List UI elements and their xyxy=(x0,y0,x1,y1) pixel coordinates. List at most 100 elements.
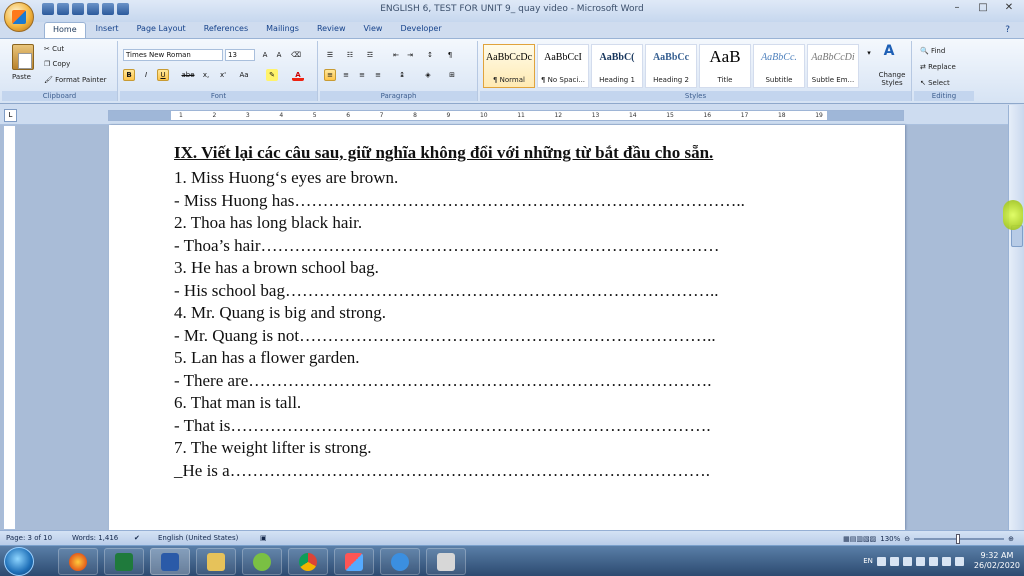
ruler-number: 1 xyxy=(179,112,183,119)
language-tray[interactable]: EN xyxy=(863,557,873,565)
line-spacing-icon[interactable]: ↨ xyxy=(396,69,408,81)
excel-taskbar-button[interactable] xyxy=(104,548,144,575)
subscript-button[interactable]: x, xyxy=(200,69,212,81)
firefox-taskbar-button[interactable] xyxy=(58,548,98,575)
font-size-select[interactable]: 13 xyxy=(225,49,255,61)
ie-taskbar-button[interactable] xyxy=(380,548,420,575)
align-left-icon[interactable]: ≡ xyxy=(324,69,336,81)
justify-icon[interactable]: ≡ xyxy=(372,69,384,81)
network-icon[interactable] xyxy=(954,556,964,566)
superscript-button[interactable]: x' xyxy=(217,69,229,81)
format-painter-button[interactable]: 🖌 Format Painter xyxy=(44,76,107,84)
styles-more-icon[interactable]: ▾ xyxy=(863,47,875,59)
paste-button[interactable]: Paste xyxy=(12,73,31,81)
find-button[interactable]: 🔍 Find xyxy=(920,47,945,55)
chrome-taskbar-button[interactable] xyxy=(288,548,328,575)
font-name-select[interactable]: Times New Roman xyxy=(123,49,223,61)
minimize-button[interactable]: – xyxy=(948,2,966,13)
zoom-level[interactable]: 130% xyxy=(880,535,900,543)
style-title[interactable]: AaB Title xyxy=(699,44,751,88)
bullets-icon[interactable]: ☰ xyxy=(324,49,336,61)
numbering-icon[interactable]: ☷ xyxy=(344,49,356,61)
clock[interactable]: 9:32 AM 26/02/2020 xyxy=(974,551,1020,571)
volume-icon[interactable] xyxy=(941,556,951,566)
italic-button[interactable]: I xyxy=(140,69,152,81)
zoom-out-icon[interactable]: ⊖ xyxy=(904,535,910,543)
tray-icon[interactable] xyxy=(915,556,925,566)
shading-icon[interactable]: ◈ xyxy=(422,69,434,81)
change-styles-button[interactable]: Change Styles xyxy=(875,71,909,87)
word-taskbar-button[interactable] xyxy=(150,548,190,575)
style-heading-2[interactable]: AaBbCc Heading 2 xyxy=(645,44,697,88)
decrease-indent-icon[interactable]: ⇤ xyxy=(390,49,402,61)
page-count[interactable]: Page: 3 of 10 xyxy=(6,534,52,542)
title-bar: ENGLISH 6, TEST FOR UNIT 9_ quay video -… xyxy=(0,0,1024,22)
paint-taskbar-button[interactable] xyxy=(334,548,374,575)
align-center-icon[interactable]: ≡ xyxy=(340,69,352,81)
start-button[interactable] xyxy=(4,547,34,576)
tab-developer[interactable]: Developer xyxy=(392,22,449,38)
strikethrough-button[interactable]: abe xyxy=(180,69,196,81)
tab-page-layout[interactable]: Page Layout xyxy=(129,22,194,38)
style-no-spacing[interactable]: AaBbCcI ¶ No Spaci... xyxy=(537,44,589,88)
tab-references[interactable]: References xyxy=(196,22,256,38)
style-normal[interactable]: AaBbCcDc ¶ Normal xyxy=(483,44,535,88)
sort-icon[interactable]: ↕ xyxy=(424,49,436,61)
help-icon[interactable]: ? xyxy=(1005,25,1010,35)
app-taskbar-button[interactable] xyxy=(242,548,282,575)
style-subtle-emphasis[interactable]: AaBbCcDi Subtle Em... xyxy=(807,44,859,88)
tray-icon[interactable] xyxy=(876,556,886,566)
font-color-icon[interactable]: A xyxy=(292,69,304,81)
language-indicator[interactable]: English (United States) xyxy=(158,534,238,542)
tab-mailings[interactable]: Mailings xyxy=(258,22,307,38)
tray-icon[interactable] xyxy=(902,556,912,566)
bold-button[interactable]: B xyxy=(123,69,135,81)
shrink-font-icon[interactable]: A xyxy=(273,49,285,61)
tab-review[interactable]: Review xyxy=(309,22,354,38)
horizontal-ruler[interactable]: 1 2 3 4 5 6 7 8 9 10 11 12 13 14 15 16 17 18 19 xyxy=(108,110,904,121)
document-body[interactable]: IX. Viết lại các câu sau, giữ nghĩa khôn… xyxy=(174,143,745,482)
folder-icon xyxy=(207,552,225,571)
explorer-taskbar-button[interactable] xyxy=(196,548,236,575)
show-marks-icon[interactable]: ¶ xyxy=(444,49,456,61)
word-count[interactable]: Words: 1,416 xyxy=(72,534,118,542)
pen-tool-taskbar-button[interactable] xyxy=(426,548,466,575)
select-button[interactable]: ↖ Select xyxy=(920,79,950,87)
clipboard-label: Clipboard xyxy=(2,91,117,101)
tray-icon[interactable] xyxy=(889,556,899,566)
zoom-slider[interactable] xyxy=(914,533,1005,544)
vertical-scrollbar[interactable] xyxy=(1008,105,1024,530)
tab-view[interactable]: View xyxy=(355,22,390,38)
clear-format-icon[interactable]: ⌫ xyxy=(290,49,302,61)
style-subtitle[interactable]: AaBbCc. Subtitle xyxy=(753,44,805,88)
zoom-in-icon[interactable]: ⊕ xyxy=(1008,535,1014,543)
highlight-icon[interactable]: ✎ xyxy=(266,69,278,81)
paste-icon[interactable] xyxy=(12,44,34,70)
vertical-ruler[interactable] xyxy=(3,125,16,530)
cut-button[interactable]: ✂ Cut xyxy=(44,45,64,53)
close-button[interactable]: ✕ xyxy=(1000,2,1018,13)
align-right-icon[interactable]: ≡ xyxy=(356,69,368,81)
borders-icon[interactable]: ⊞ xyxy=(446,69,458,81)
zoom-slider-knob[interactable] xyxy=(956,533,961,544)
maximize-button[interactable]: □ xyxy=(974,2,992,13)
ruler-number: 7 xyxy=(379,112,384,119)
office-button[interactable] xyxy=(4,2,34,32)
multilevel-list-icon[interactable]: ☲ xyxy=(364,49,376,61)
ribbon-tabs: Home Insert Page Layout References Maili… xyxy=(44,22,450,38)
macro-icon[interactable]: ▣ xyxy=(260,534,267,542)
increase-indent-icon[interactable]: ⇥ xyxy=(404,49,416,61)
underline-button[interactable]: U xyxy=(157,69,169,81)
grow-font-icon[interactable]: A xyxy=(259,49,271,61)
tab-home[interactable]: Home xyxy=(44,22,86,38)
tray-icon[interactable] xyxy=(928,556,938,566)
view-buttons[interactable]: ▦▤▥▧▨ xyxy=(843,535,876,543)
style-heading-1[interactable]: AaBbC(Heading 1 xyxy=(591,44,643,88)
tab-selector-icon[interactable]: L xyxy=(4,109,17,122)
copy-button[interactable]: ❐ Copy xyxy=(44,60,70,68)
document-page[interactable]: IX. Viết lại các câu sau, giữ nghĩa khôn… xyxy=(109,125,905,530)
tab-insert[interactable]: Insert xyxy=(88,22,127,38)
proofing-icon[interactable]: ✔ xyxy=(134,534,140,542)
replace-button[interactable]: ⇄ Replace xyxy=(920,63,956,71)
change-case-button[interactable]: Aa xyxy=(236,69,252,81)
